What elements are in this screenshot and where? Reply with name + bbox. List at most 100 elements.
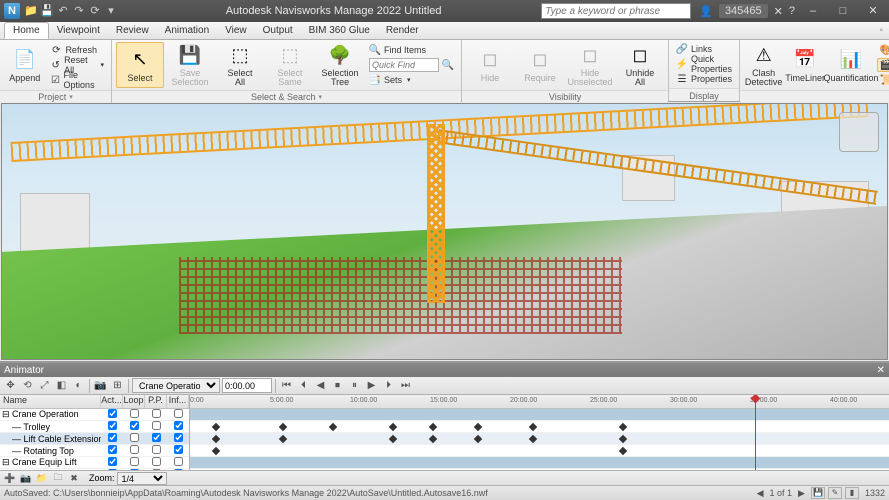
anim-row[interactable]: — Lift Cable Extension <box>0 433 189 445</box>
checkbox-inf[interactable] <box>174 433 183 442</box>
playhead[interactable] <box>755 395 756 470</box>
select-button[interactable]: ↖Select <box>116 42 164 88</box>
sheet-next-icon[interactable]: ▶ <box>798 488 805 499</box>
add-set-icon[interactable]: 📁 <box>35 472 49 485</box>
play-reverse-icon[interactable]: ◀ <box>313 378 328 393</box>
minimize-button[interactable]: – <box>801 3 825 19</box>
tab-review[interactable]: Review <box>108 23 157 38</box>
file-options-button[interactable]: ☑File Options <box>47 73 107 87</box>
qat-redo-icon[interactable]: ↷ <box>72 4 86 18</box>
animator-timeline[interactable]: 0:005:00.0010:00.0015:00.0020:00.0025:00… <box>190 395 889 470</box>
checkbox-inf[interactable] <box>174 409 183 418</box>
rendering-button[interactable]: 🎨Autodesk Rendering <box>877 43 889 57</box>
anim-row[interactable]: ⊟ Crane Equip Lift <box>0 457 189 469</box>
keyframe[interactable] <box>429 435 437 443</box>
anim-row[interactable]: — Rotating Top <box>0 445 189 457</box>
col-loop[interactable]: Loop <box>123 395 145 408</box>
scripter-button[interactable]: 📜Scripter <box>877 73 889 87</box>
pause-icon[interactable]: ⏸ <box>347 378 362 393</box>
timeline-track[interactable] <box>190 445 889 457</box>
unhide-all-button[interactable]: ◻Unhide All <box>616 42 664 88</box>
keyframe[interactable] <box>619 447 627 455</box>
time-input[interactable] <box>222 378 272 393</box>
timeliner-button[interactable]: 📅TimeLiner <box>785 42 825 88</box>
col-infinite[interactable]: Inf... <box>167 395 189 408</box>
checkbox-loop[interactable] <box>130 433 139 442</box>
help-icon[interactable]: ? <box>789 5 795 17</box>
status-pencil-icon[interactable]: ✎ <box>828 487 842 499</box>
checkbox-inf[interactable] <box>174 421 183 430</box>
app-icon[interactable]: N <box>4 3 20 19</box>
maximize-button[interactable]: □ <box>831 3 855 19</box>
timeline-track[interactable] <box>190 469 889 470</box>
hide-button[interactable]: ◻Hide <box>466 42 514 88</box>
checkbox-act[interactable] <box>108 409 117 418</box>
search-icon[interactable]: 🔍 <box>442 59 454 71</box>
status-disk-icon[interactable]: 💾 <box>811 487 825 499</box>
play-icon[interactable]: ▶ <box>364 378 379 393</box>
step-forward-icon[interactable]: ⏵ <box>381 378 396 393</box>
color-icon[interactable]: ◧ <box>54 378 69 393</box>
checkbox-loop[interactable] <box>130 421 139 430</box>
checkbox-inf[interactable] <box>174 457 183 466</box>
forward-end-icon[interactable]: ⏭ <box>398 378 413 393</box>
checkbox-pp[interactable] <box>152 445 161 454</box>
tab-bim360[interactable]: BIM 360 Glue <box>301 23 378 38</box>
col-active[interactable]: Act... <box>101 395 123 408</box>
transparency-icon[interactable]: ◐ <box>71 378 86 393</box>
keyframe[interactable] <box>212 447 220 455</box>
animator-header[interactable]: Animator ✕ <box>0 363 889 377</box>
checkbox-inf[interactable] <box>174 445 183 454</box>
quantification-button[interactable]: 📊Quantification <box>827 42 875 88</box>
select-all-button[interactable]: ⬚Select All <box>216 42 264 88</box>
snap-icon[interactable]: ⊞ <box>110 378 125 393</box>
ribbon-options-icon[interactable]: ◦ <box>879 25 883 36</box>
quick-properties-button[interactable]: ⚡Quick Properties <box>673 57 735 71</box>
view-cube[interactable] <box>839 112 879 152</box>
checkbox-loop[interactable] <box>130 457 139 466</box>
keyframe[interactable] <box>474 435 482 443</box>
timeline-track[interactable] <box>190 409 889 421</box>
tab-output[interactable]: Output <box>255 23 301 38</box>
translate-icon[interactable]: ✥ <box>3 378 18 393</box>
anim-row[interactable]: ⊟ Crane Operation <box>0 409 189 421</box>
keyframe[interactable] <box>279 423 287 431</box>
scale-icon[interactable]: ⤢ <box>37 378 52 393</box>
add-camera-icon[interactable]: 📷 <box>19 472 33 485</box>
checkbox-pp[interactable] <box>152 409 161 418</box>
animator-button[interactable]: 🎬Animator <box>877 58 889 72</box>
col-pp[interactable]: P.P. <box>145 395 167 408</box>
signin-icon[interactable]: 👤 <box>699 5 713 18</box>
rewind-icon[interactable]: ⏮ <box>279 378 294 393</box>
checkbox-loop[interactable] <box>130 409 139 418</box>
keyframe[interactable] <box>619 435 627 443</box>
add-folder-icon[interactable]: 🗀 <box>51 472 65 485</box>
chevron-down-icon[interactable]: ▾ <box>69 93 73 101</box>
checkbox-act[interactable] <box>108 445 117 454</box>
animator-close-icon[interactable]: ✕ <box>877 365 885 376</box>
sheet-prev-icon[interactable]: ◀ <box>757 488 764 499</box>
keyframe[interactable] <box>474 423 482 431</box>
keyframe[interactable] <box>279 435 287 443</box>
qat-undo-icon[interactable]: ↶ <box>56 4 70 18</box>
qat-dropdown-icon[interactable]: ▾ <box>104 4 118 18</box>
qat-refresh-icon[interactable]: ⟳ <box>88 4 102 18</box>
keyframe[interactable] <box>529 423 537 431</box>
selection-tree-button[interactable]: 🌳Selection Tree <box>316 42 364 88</box>
timeline-track[interactable] <box>190 457 889 469</box>
checkbox-pp[interactable] <box>152 421 161 430</box>
checkbox-act[interactable] <box>108 433 117 442</box>
scene-selector[interactable]: Crane Operatio <box>132 378 220 393</box>
tab-viewpoint[interactable]: Viewpoint <box>49 23 108 38</box>
status-memory-icon[interactable]: ▮ <box>845 487 859 499</box>
keyframe[interactable] <box>619 423 627 431</box>
col-name[interactable]: Name <box>0 395 101 408</box>
select-same-button[interactable]: ⬚Select Same <box>266 42 314 88</box>
timeline-track[interactable] <box>190 421 889 433</box>
checkbox-pp[interactable] <box>152 433 161 442</box>
checkbox-loop[interactable] <box>130 445 139 454</box>
append-button[interactable]: 📄 Append <box>4 42 45 88</box>
require-button[interactable]: ◻Require <box>516 42 564 88</box>
user-id-badge[interactable]: 345465 <box>719 4 768 18</box>
qat-open-icon[interactable]: 📁 <box>24 4 38 18</box>
